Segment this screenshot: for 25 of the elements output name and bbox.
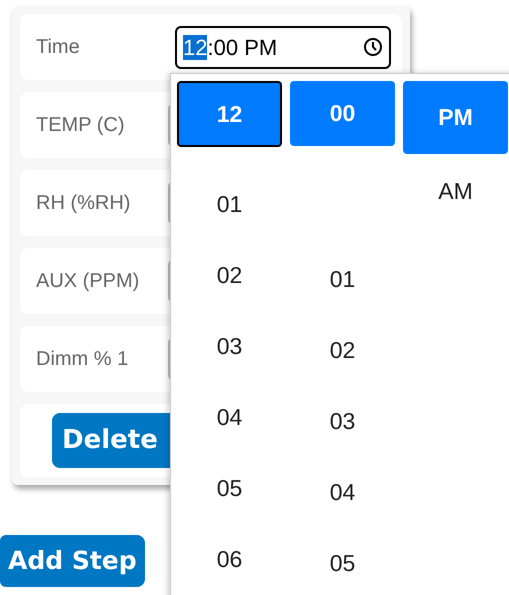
field-label: Time — [36, 35, 81, 60]
time-option[interactable]: 04 — [290, 457, 395, 528]
time-option[interactable]: 01 — [290, 244, 395, 315]
time-segment[interactable]: : — [207, 34, 214, 60]
time-option[interactable]: 02 — [177, 240, 282, 311]
time-option[interactable]: 05 — [290, 528, 395, 595]
time-option[interactable]: 03 — [177, 311, 282, 382]
time-option[interactable]: AM — [403, 156, 508, 227]
field-label: AUX (PPM) — [36, 269, 140, 294]
time-option[interactable]: 12 — [177, 81, 282, 147]
time-option[interactable]: 06 — [177, 524, 282, 595]
field-label: RH (%RH) — [36, 191, 132, 216]
time-option[interactable]: PM — [403, 81, 508, 154]
field-label: TEMP (C) — [36, 113, 126, 138]
field-label: Dimm % 1 — [36, 347, 130, 372]
clock-icon[interactable] — [363, 37, 383, 57]
add-step-button[interactable]: Add Step — [0, 535, 145, 587]
time-option[interactable]: 00 — [290, 81, 395, 146]
time-field[interactable]: 12:00 PM — [175, 26, 391, 68]
time-option[interactable]: 03 — [290, 386, 395, 457]
time-option[interactable]: 01 — [177, 169, 282, 240]
time-segment[interactable]: 12 — [183, 34, 208, 60]
time-segment[interactable]: 00 — [214, 34, 238, 60]
time-option[interactable]: 02 — [290, 315, 395, 386]
time-segment[interactable]: PM — [238, 34, 278, 60]
